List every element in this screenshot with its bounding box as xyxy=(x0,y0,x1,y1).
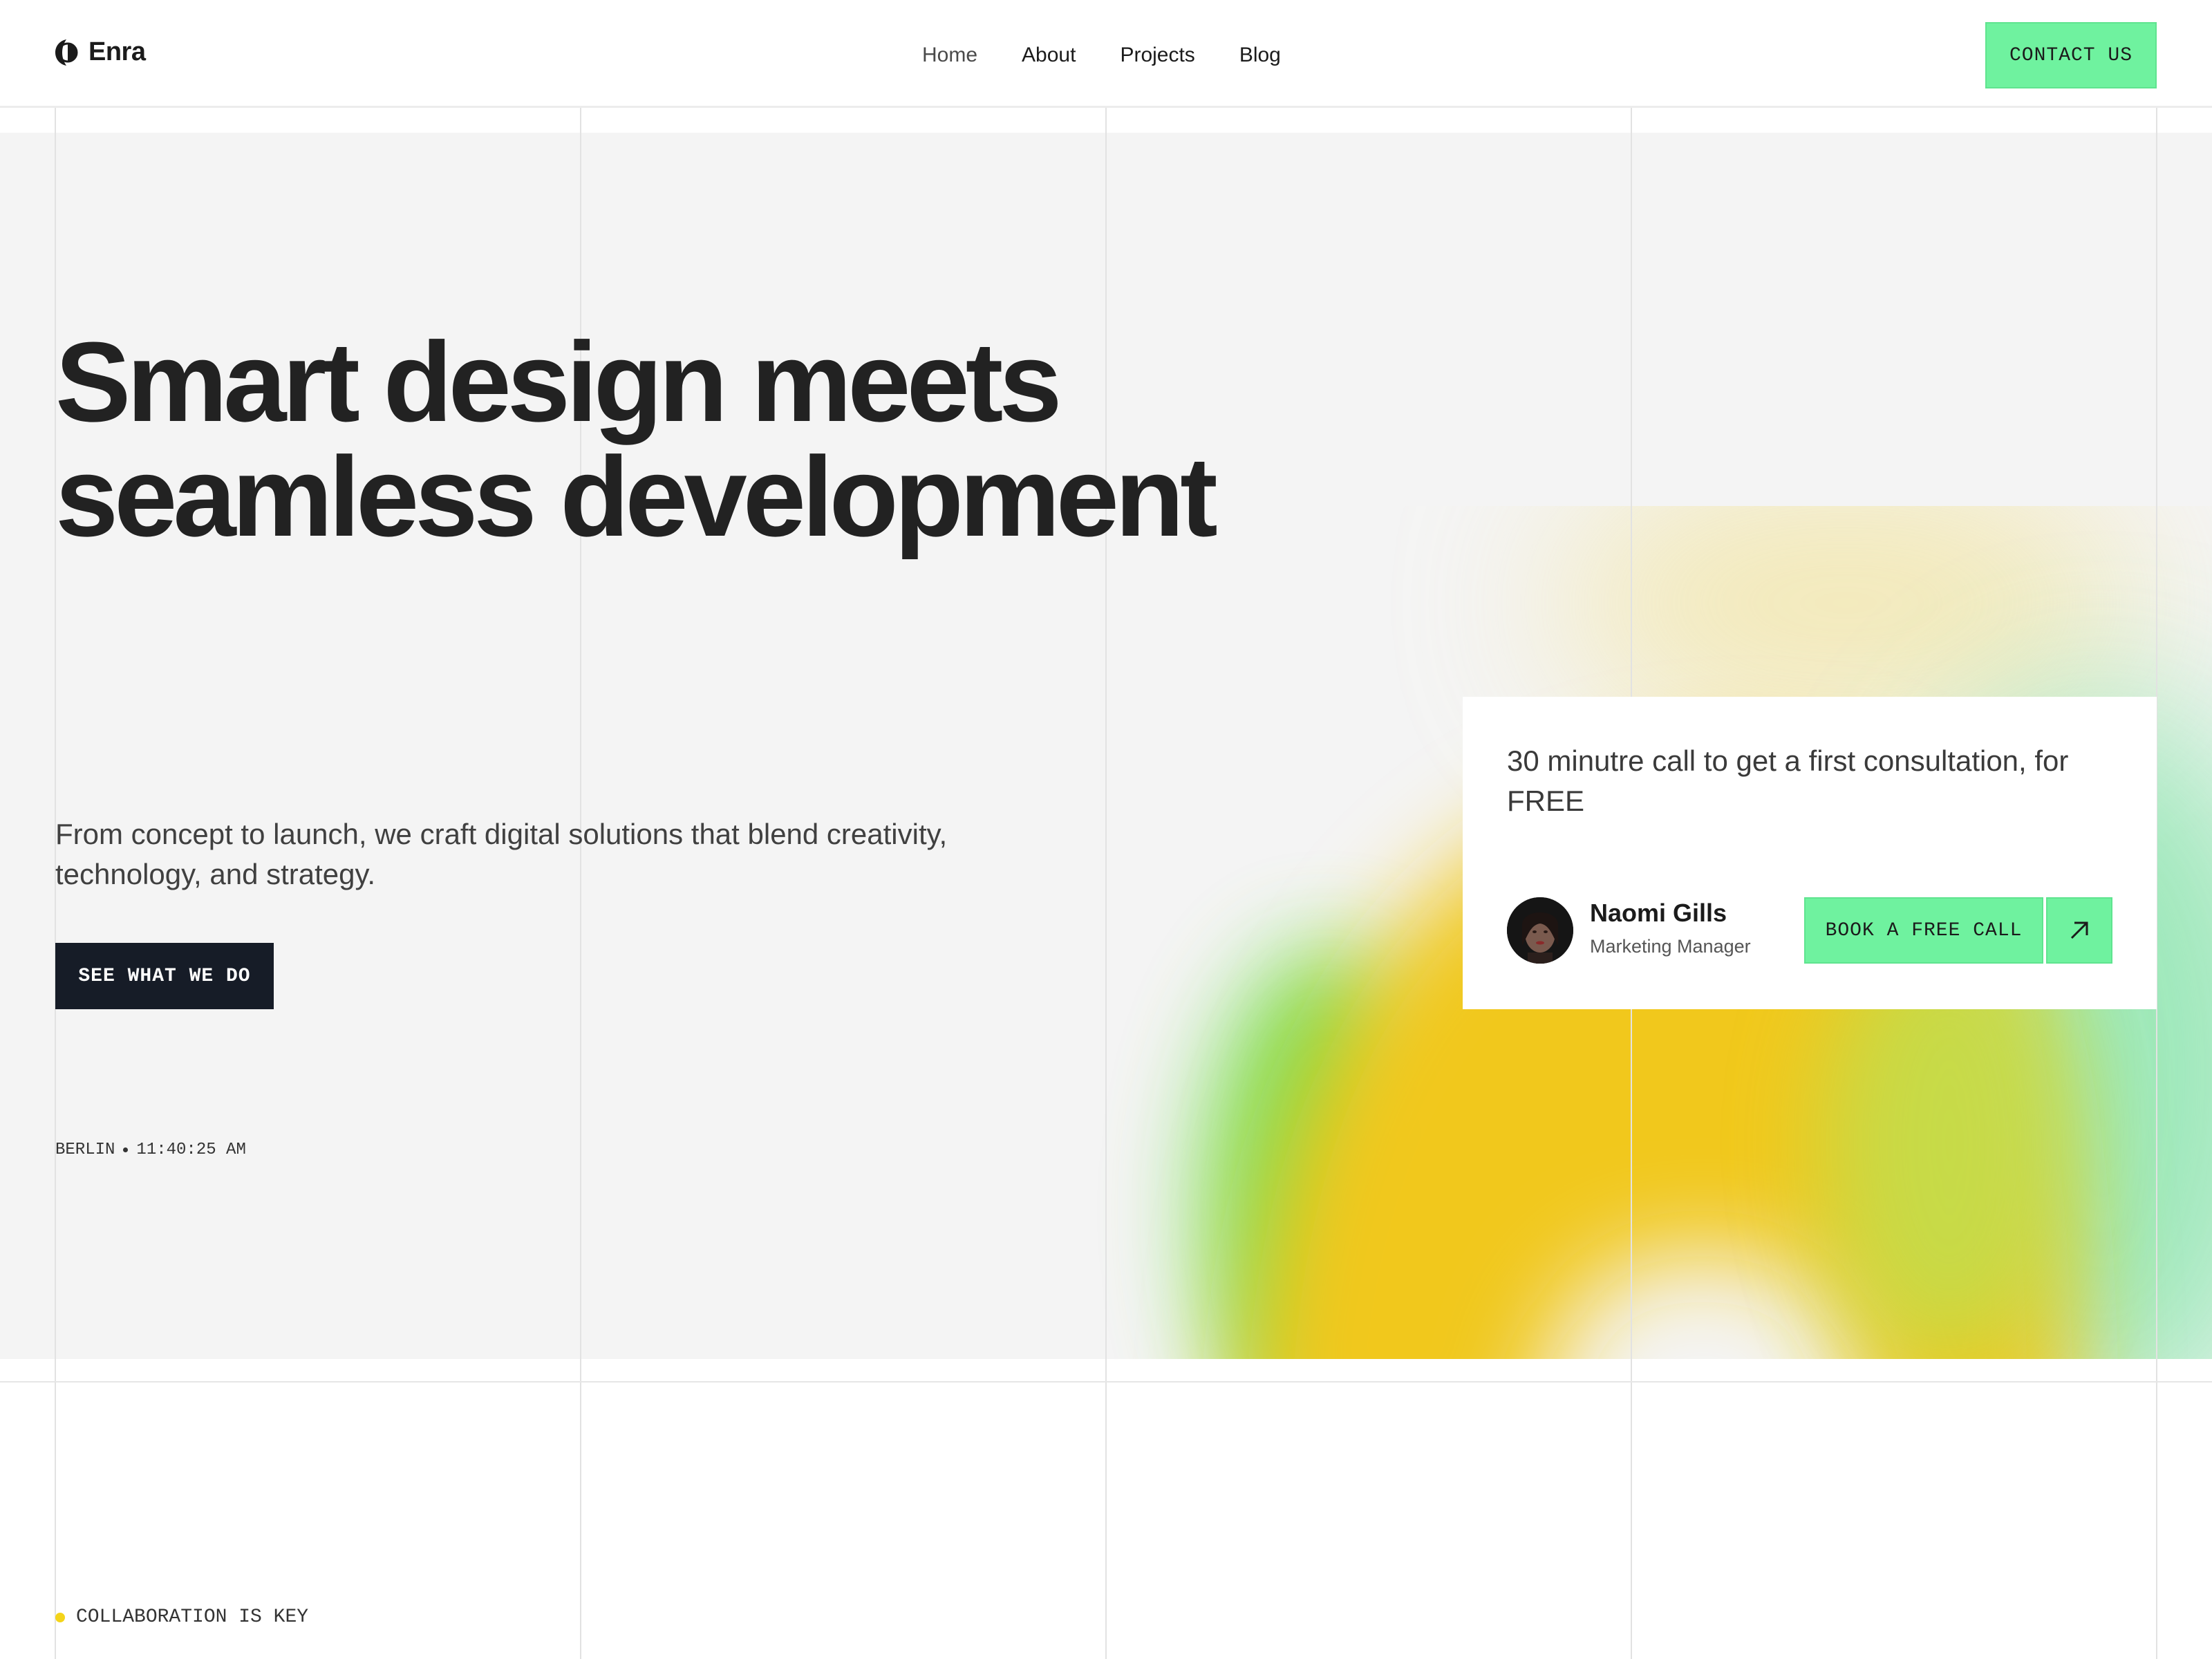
arrow-up-right-icon xyxy=(2070,921,2088,939)
section-tag: COLLABORATION IS KEY xyxy=(55,1606,308,1628)
main-nav: Home About Projects Blog xyxy=(922,40,1325,71)
brand-logo[interactable]: Enra xyxy=(54,37,146,67)
section-divider xyxy=(0,1381,2212,1382)
headline-line-2: seamless development xyxy=(55,433,1218,560)
avatar xyxy=(1507,897,1573,964)
location-label: BERLIN xyxy=(55,1141,115,1159)
nav-home[interactable]: Home xyxy=(922,40,977,71)
location-time: BERLIN 11:40:25 AM xyxy=(55,1141,246,1159)
brand-name: Enra xyxy=(88,37,146,66)
nav-blog[interactable]: Blog xyxy=(1239,40,1281,71)
hero-subtext: From concept to launch, we craft digital… xyxy=(55,818,948,890)
nav-about[interactable]: About xyxy=(1022,40,1076,71)
person-name: Naomi Gills xyxy=(1590,899,1727,927)
book-call-arrow-button[interactable] xyxy=(2046,897,2112,964)
hero-headline: Smart design meets seamless development xyxy=(55,319,1218,560)
consultation-card: 30 minutre call to get a first consultat… xyxy=(1463,697,2157,1009)
separator-dot-icon xyxy=(123,1147,129,1152)
see-what-we-do-button[interactable]: SEE WHAT WE DO xyxy=(55,943,274,1009)
site-header: Enra Home About Projects Blog CONTACT US xyxy=(0,0,2212,108)
yellow-dot-icon xyxy=(55,1612,65,1622)
person-portrait-icon xyxy=(1507,897,1573,964)
logo-icon xyxy=(55,39,78,66)
nav-projects[interactable]: Projects xyxy=(1120,40,1194,71)
consultation-text: 30 minutre call to get a first consultat… xyxy=(1507,744,2069,817)
contact-us-button[interactable]: CONTACT US xyxy=(1985,22,2157,88)
book-free-call-button[interactable]: BOOK A FREE CALL xyxy=(1804,897,2043,964)
clock-time: 11:40:25 AM xyxy=(136,1141,246,1159)
headline-line-1: Smart design meets xyxy=(55,319,1062,445)
section-tag-label: COLLABORATION IS KEY xyxy=(76,1606,309,1628)
person-role: Marketing Manager xyxy=(1590,936,1751,957)
